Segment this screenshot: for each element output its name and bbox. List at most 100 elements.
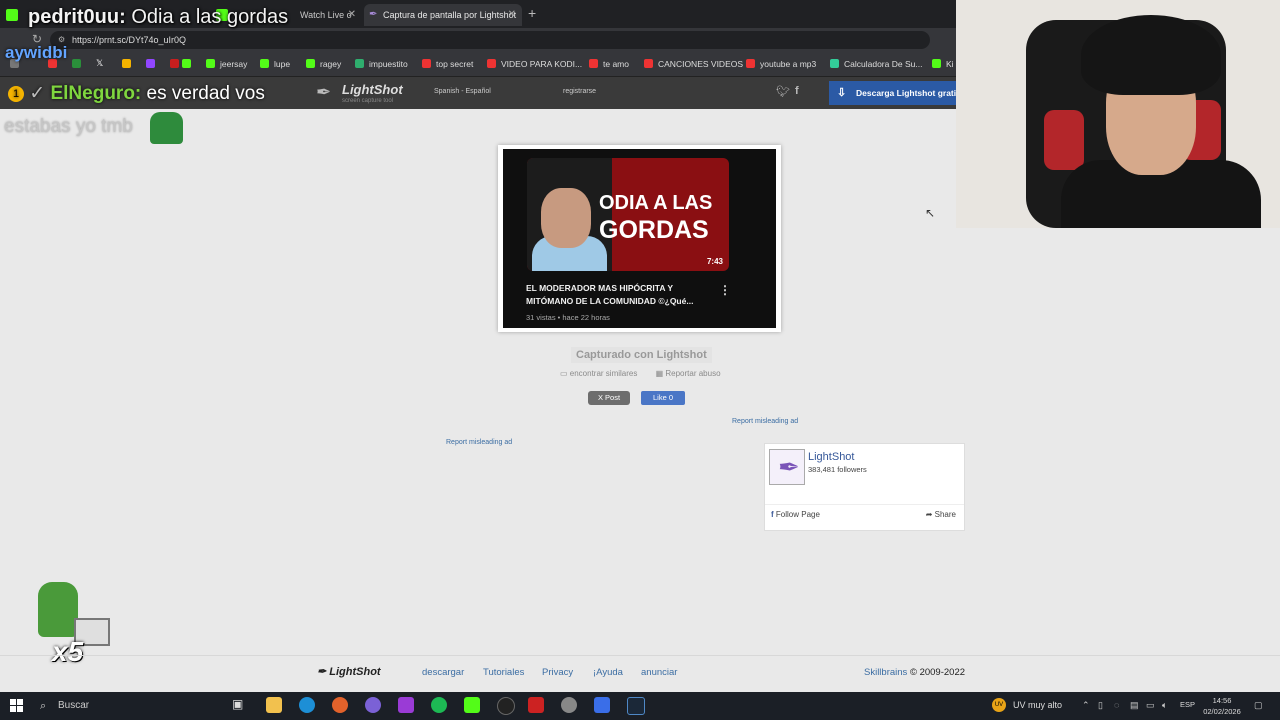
chat-user-icon: ✓ — [29, 83, 46, 104]
url-field[interactable]: ⚙ https://prnt.sc/DYt74o_uIr0Q — [50, 31, 930, 49]
close-icon[interactable]: ✕ — [508, 4, 516, 26]
logo-name: LightShot — [342, 82, 403, 97]
footer-divider — [0, 655, 1280, 656]
share-button[interactable]: ➦ Share — [926, 510, 956, 519]
find-similar-link[interactable]: ▭ encontrar similares — [560, 369, 645, 378]
language-selector[interactable]: Spanish - Español — [434, 88, 491, 95]
follow-label: Follow Page — [775, 510, 820, 519]
footer-link-privacy[interactable]: Privacy — [542, 667, 573, 678]
captured-label: Capturado con Lightshot — [571, 347, 712, 363]
spotify-icon[interactable] — [431, 697, 447, 713]
task-view-icon[interactable]: ▣ — [232, 697, 248, 713]
pepe-icon — [38, 582, 78, 637]
tray-icon[interactable]: ◌ — [1114, 700, 1119, 710]
more-vert-icon: ⋮ — [719, 283, 731, 297]
report-ad-link[interactable]: Report misleading ad — [446, 439, 512, 446]
footer-link-help[interactable]: ¡Ayuda — [593, 667, 623, 678]
close-icon[interactable]: ✕ — [348, 4, 356, 26]
app-icon[interactable] — [561, 697, 577, 713]
thumbnail-text-2: GORDAS — [599, 216, 709, 244]
app-icon — [355, 59, 364, 68]
network-icon[interactable]: ▭ — [1146, 700, 1155, 711]
notifications-icon[interactable]: ▢ — [1254, 700, 1263, 711]
video-thumbnail: ODIA A LAS GORDAS 7:43 — [527, 158, 729, 271]
youtube-icon — [487, 59, 496, 68]
taskbar-search[interactable]: ⌕ Buscar — [32, 695, 224, 717]
youtube-icon — [746, 59, 755, 68]
bookmark-item[interactable]: jeersay — [206, 57, 247, 71]
facebook-icon: f — [771, 510, 774, 519]
bookmark-item[interactable]: CANCIONES VIDEOS — [644, 57, 743, 71]
footer-logo-text: LightShot — [329, 666, 381, 678]
app-icon[interactable] — [594, 697, 610, 713]
search-icon: ⌕ — [40, 700, 47, 712]
bookmark-item[interactable]: Ki — [932, 57, 954, 71]
lightshot-logo[interactable]: ✒ LightShot screen capture tool — [316, 80, 416, 106]
mouse-cursor-icon: ↖ — [925, 206, 936, 220]
tray-icon[interactable]: ▤ — [1130, 700, 1139, 711]
x-icon: 𝕏 — [96, 58, 104, 68]
report-abuse-link[interactable]: ▦ Reportar abuso — [656, 369, 729, 378]
bookmark-item[interactable]: lupe — [260, 57, 290, 71]
tab-lightshot[interactable]: ✒ Captura de pantalla por Lightshot ✕ — [364, 4, 522, 26]
download-button-label: Descarga Lightshot gratis — [856, 88, 956, 98]
bookmark-item[interactable]: top secret — [422, 57, 473, 71]
file-explorer-icon[interactable] — [266, 697, 282, 713]
edge-icon[interactable] — [299, 697, 315, 713]
youtube-icon — [589, 59, 598, 68]
facebook-icon[interactable]: f — [795, 85, 799, 97]
thumbnail-text-1: ODIA A LAS — [599, 192, 713, 214]
youtube-icon — [422, 59, 431, 68]
skillbrains-link[interactable]: Skillbrains — [864, 667, 907, 678]
bookmark-item[interactable]: ragey — [306, 57, 341, 71]
calculator-icon — [830, 59, 839, 68]
new-tab-button[interactable]: + — [528, 4, 536, 22]
app-icon[interactable] — [365, 697, 381, 713]
footer-link-advertise[interactable]: anunciar — [641, 667, 677, 678]
x-post-button[interactable]: X Post — [588, 391, 630, 405]
tray-icon[interactable]: ▯ — [1098, 700, 1103, 711]
bookmark-label: VIDEO PARA KODI... — [501, 59, 583, 69]
windows-start-icon[interactable] — [10, 699, 24, 713]
report-abuse-label: Reportar abuso — [665, 369, 721, 378]
weather-icon[interactable]: UV — [992, 698, 1006, 712]
copyright-text: © 2009-2022 — [909, 667, 966, 678]
bookmark-item[interactable]: youtube a mp3 — [746, 57, 816, 71]
url-text: https://prnt.sc/DYt74o_uIr0Q — [72, 35, 187, 45]
lightshot-page-avatar[interactable]: ✒ — [769, 449, 805, 485]
fb-page-name[interactable]: LightShot — [808, 451, 854, 463]
language-indicator[interactable]: ESP — [1180, 700, 1195, 709]
footer-logo[interactable]: ✒ LightShot — [317, 665, 381, 678]
bookmark-label: jeersay — [220, 59, 248, 69]
bookmark-item[interactable]: VIDEO PARA KODI... — [487, 57, 582, 71]
chat-badge: 1 — [8, 86, 24, 102]
kick-icon[interactable] — [464, 697, 480, 713]
bookmark-item[interactable]: te amo — [589, 57, 629, 71]
pepe-emote-combo: x5 — [36, 580, 110, 670]
share-icon: ➦ — [925, 510, 933, 519]
volume-icon[interactable]: 🔈︎ — [1162, 700, 1167, 711]
bookmark-item[interactable]: Calculadora De Su... — [830, 57, 922, 71]
clock[interactable]: 14:56 02/02/2026 — [1200, 695, 1244, 717]
register-link[interactable]: registrarse — [563, 88, 596, 95]
canva-icon[interactable] — [398, 697, 414, 713]
video-editor-icon[interactable] — [528, 697, 544, 713]
download-button[interactable]: ⇩ Descarga Lightshot gratis — [829, 81, 956, 105]
screenshot-image[interactable]: ODIA A LAS GORDAS 7:43 EL MODERADOR MAS … — [498, 145, 781, 332]
report-ad-link[interactable]: Report misleading ad — [732, 418, 798, 425]
weather-label[interactable]: UV muy alto — [1013, 700, 1062, 710]
fb-like-button[interactable]: Like 0 — [641, 391, 685, 405]
kick-icon — [306, 59, 315, 68]
steam-icon[interactable] — [627, 697, 645, 715]
firefox-icon[interactable] — [332, 697, 348, 713]
tab-label: Captura de pantalla por Lightshot — [383, 10, 517, 20]
twitter-icon[interactable]: 🐦︎ — [776, 85, 790, 98]
video-title: EL MODERADOR MAS HIPÓCRITA Y MITÓMANO DE… — [526, 283, 694, 306]
bookmark-item[interactable]: impuestito — [355, 57, 408, 71]
twitch-icon — [146, 59, 155, 68]
footer-link-tutorials[interactable]: Tutoriales — [483, 667, 524, 678]
follow-page-button[interactable]: f Follow Page — [771, 510, 820, 519]
obs-icon[interactable] — [497, 697, 515, 715]
footer-link-download[interactable]: descargar — [422, 667, 464, 678]
chevron-up-icon[interactable]: ⌃ — [1082, 700, 1090, 711]
